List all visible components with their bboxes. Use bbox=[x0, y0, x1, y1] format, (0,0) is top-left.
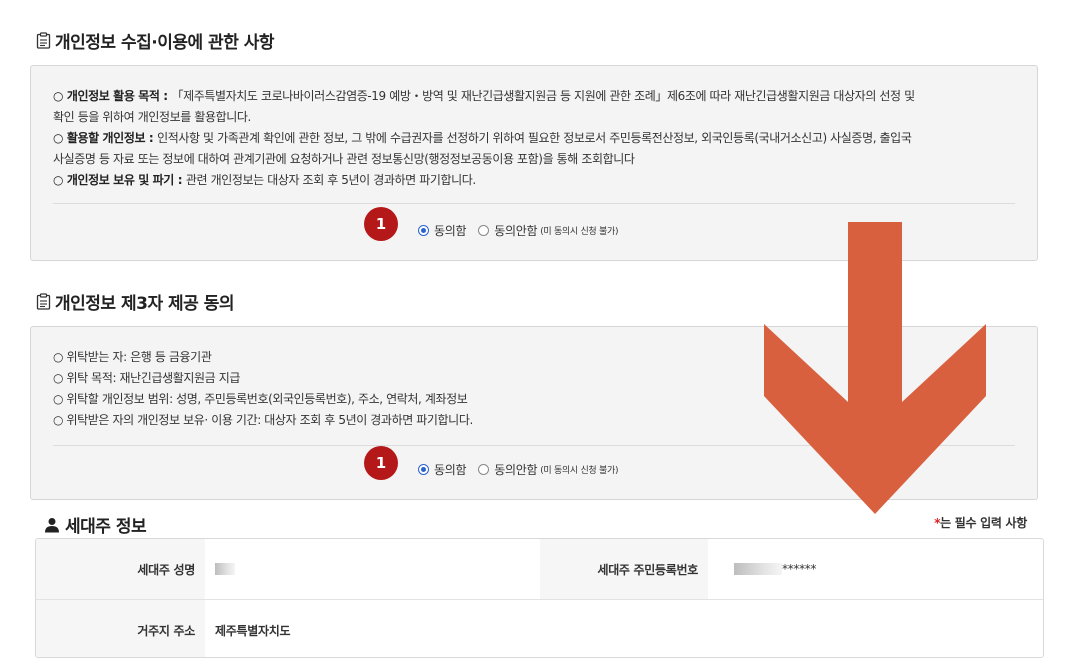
required-note: *는 필수 입력 사항 bbox=[934, 514, 1027, 531]
table-row: 세대주 성명 세대주 주민등록번호 ****** bbox=[36, 539, 1043, 599]
householder-table: 세대주 성명 세대주 주민등록번호 ****** 거주지 주소 제주특별자치도 bbox=[35, 538, 1044, 658]
clipboard-icon bbox=[36, 32, 51, 49]
radio-empty-icon bbox=[478, 225, 490, 236]
term-line: 사실증명 등 자료 또는 정보에 대하여 관계기관에 요청하거나 관련 정보통신… bbox=[53, 152, 635, 166]
term-line: 확인 등을 위하여 개인정보를 활용합니다. bbox=[53, 110, 251, 124]
masked-rrn bbox=[734, 563, 782, 575]
section-title-third-party: 개인정보 제3자 제공 동의 bbox=[36, 289, 234, 314]
householder-title: 세대주 정보 bbox=[44, 512, 147, 537]
disagree-label: 동의안함 bbox=[494, 463, 538, 477]
address-value: 제주특별자치도 bbox=[215, 623, 291, 638]
disagree-note: (미 동의시 신청 불가) bbox=[540, 466, 619, 476]
rrn-label: 세대주 주민등록번호 bbox=[540, 539, 708, 599]
section-title-collection: 개인정보 수집·이용에 관한 사항 bbox=[36, 28, 275, 53]
radio-selected-icon bbox=[418, 225, 429, 236]
agree-label: 동의함 bbox=[434, 224, 467, 238]
rrn-masked-text: ****** bbox=[782, 562, 817, 576]
disagree-radio[interactable]: 동의안함 (미 동의시 신청 불가) bbox=[478, 461, 618, 478]
name-label: 세대주 성명 bbox=[36, 539, 205, 599]
section-title-text: 개인정보 제3자 제공 동의 bbox=[55, 294, 234, 314]
step-badge: 1 bbox=[364, 446, 398, 480]
radio-empty-icon bbox=[478, 464, 490, 475]
agree-radio[interactable]: 동의함 bbox=[418, 222, 467, 239]
agree-label: 동의함 bbox=[434, 463, 467, 477]
name-value bbox=[205, 539, 540, 599]
term-line: ○ 개인정보 활용 목적 : 「제주특별자치도 코로나바이러스감염증-19 예방… bbox=[53, 89, 915, 103]
agree-radio[interactable]: 동의함 bbox=[418, 461, 467, 478]
householder-title-text: 세대주 정보 bbox=[65, 517, 147, 537]
disagree-note: (미 동의시 신청 불가) bbox=[540, 227, 619, 237]
term-line: ○ 활용할 개인정보 : 인적사항 및 가족관계 확인에 관한 정보, 그 밖에… bbox=[53, 131, 912, 145]
address-label: 거주지 주소 bbox=[36, 600, 205, 657]
table-row: 거주지 주소 제주특별자치도 bbox=[36, 599, 1043, 657]
collection-terms: ○ 개인정보 활용 목적 : 「제주특별자치도 코로나바이러스감염증-19 예방… bbox=[53, 86, 1015, 191]
third-party-consent-radios: 동의함 동의안함 (미 동의시 신청 불가) bbox=[418, 461, 630, 478]
section-title-text: 개인정보 수집·이용에 관한 사항 bbox=[55, 33, 275, 53]
divider bbox=[53, 203, 1015, 204]
radio-selected-icon bbox=[418, 464, 429, 475]
person-icon bbox=[45, 517, 59, 532]
step-badge: 1 bbox=[364, 207, 398, 241]
rrn-value: ****** bbox=[708, 539, 1043, 599]
disagree-radio[interactable]: 동의안함 (미 동의시 신청 불가) bbox=[478, 222, 618, 239]
clipboard-icon bbox=[36, 293, 51, 310]
required-note-text: 는 필수 입력 사항 bbox=[940, 516, 1027, 530]
collection-consent-radios: 동의함 동의안함 (미 동의시 신청 불가) bbox=[418, 222, 630, 239]
masked-name bbox=[215, 563, 235, 575]
term-line: ○ 개인정보 보유 및 파기 : 관련 개인정보는 대상자 조회 후 5년이 경… bbox=[53, 173, 476, 187]
disagree-label: 동의안함 bbox=[494, 224, 538, 238]
down-arrow-icon bbox=[764, 222, 986, 514]
